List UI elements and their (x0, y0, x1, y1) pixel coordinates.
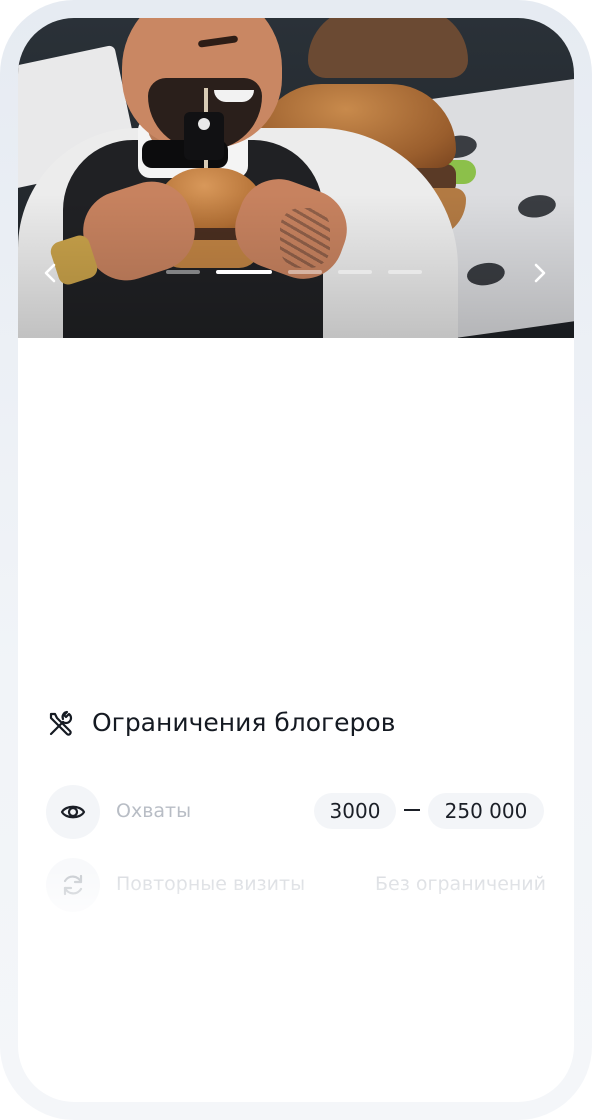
refresh-icon (63, 874, 83, 896)
reach-max-field[interactable]: 250 000 (428, 793, 544, 829)
restrictions-header: Ограничения блогеров (46, 704, 546, 744)
carousel-next-button[interactable] (524, 258, 554, 288)
reach-min-field[interactable]: 3000 (314, 793, 396, 829)
carousel-dot-active[interactable] (216, 270, 272, 274)
repeat-visits-row: Повторные визиты Без ограничений (46, 858, 546, 914)
eye-icon (60, 805, 86, 819)
chevron-left-icon (44, 263, 56, 283)
range-separator (404, 809, 420, 811)
chevron-right-icon (534, 263, 546, 283)
tools-icon (49, 710, 73, 736)
reach-label: Охваты (116, 800, 192, 822)
screen: Ограничения блогеров Охваты 3000 250 000 (18, 18, 574, 1102)
repeat-visits-label: Повторные визиты (116, 873, 306, 895)
device-frame: Ограничения блогеров Охваты 3000 250 000 (0, 0, 592, 1120)
carousel-dot[interactable] (288, 270, 322, 274)
reach-row: Охваты 3000 250 000 (46, 785, 546, 841)
carousel-dot[interactable] (388, 270, 422, 274)
repeat-visits-value[interactable]: Без ограничений (375, 873, 546, 895)
carousel-prev-button[interactable] (36, 258, 66, 288)
hero-carousel[interactable] (18, 18, 574, 338)
section-title: Ограничения блогеров (92, 708, 396, 737)
carousel-pagination (166, 270, 430, 274)
carousel-dot[interactable] (166, 270, 200, 274)
carousel-dot[interactable] (338, 270, 372, 274)
repeat-visits-icon-badge (46, 858, 100, 912)
reach-icon-badge (46, 785, 100, 839)
